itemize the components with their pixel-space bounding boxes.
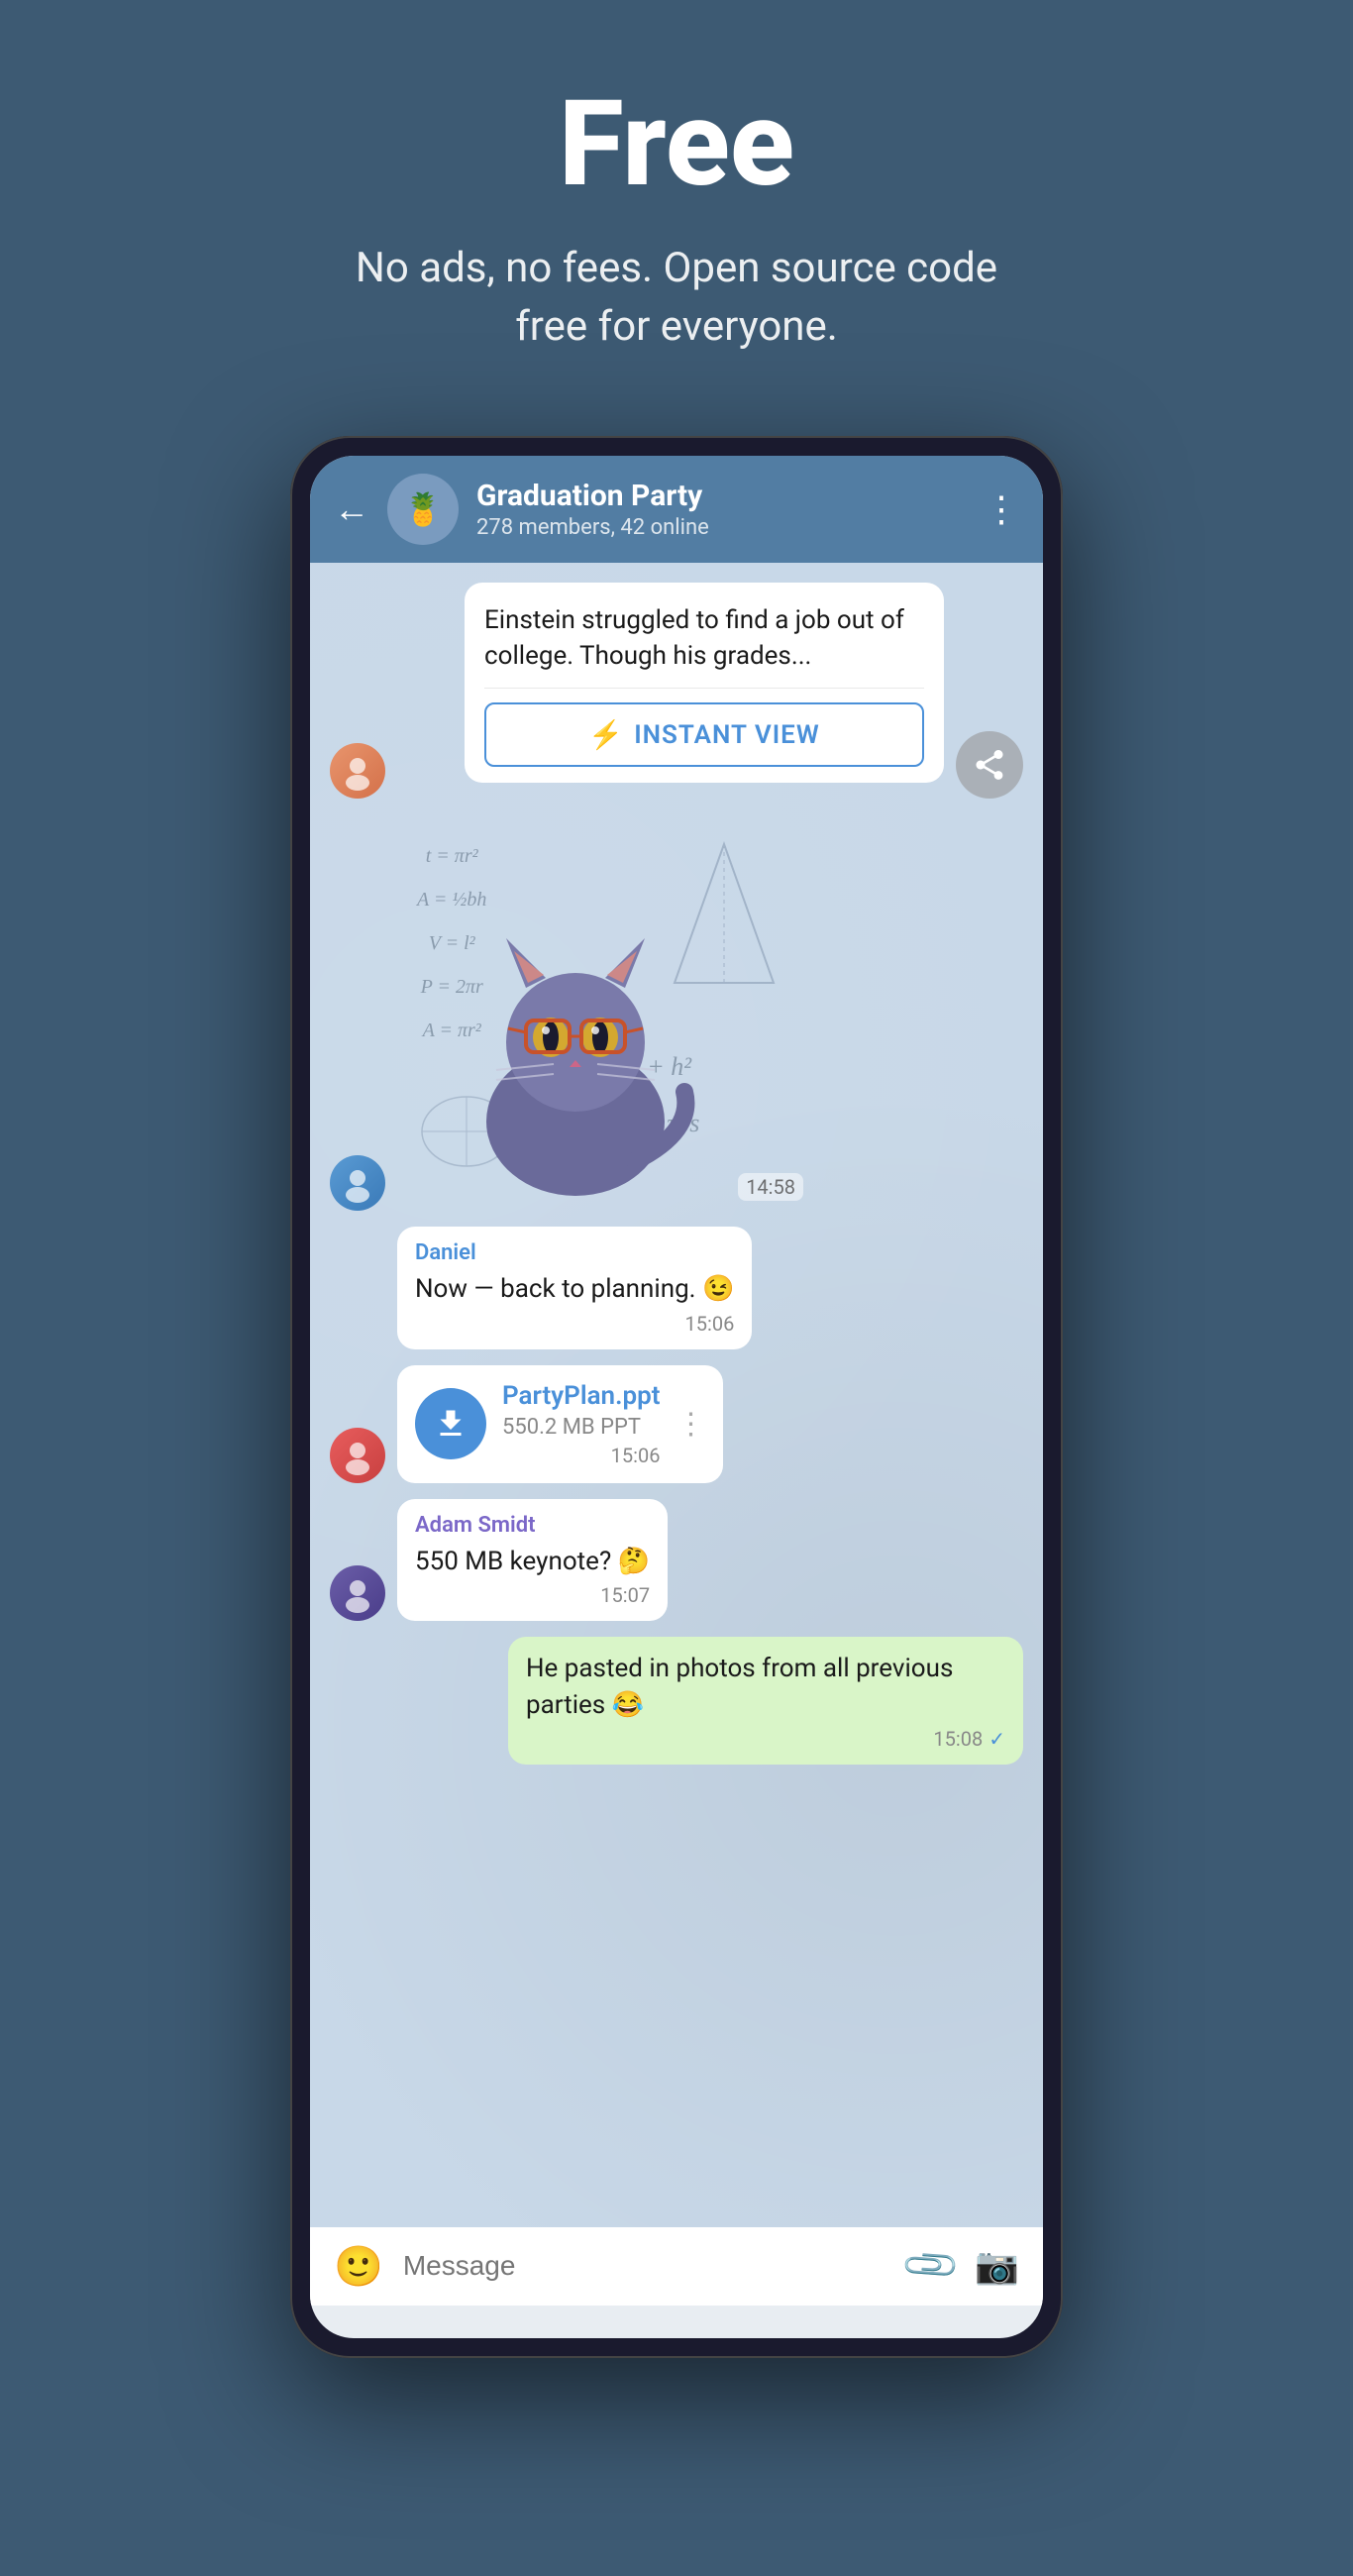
daniel-time: 15:06 [685,1312,735,1336]
self-time: 15:08 [933,1727,983,1751]
file-name: PartyPlan.ppt [502,1381,660,1411]
group-avatar-emoji: 🍍 [403,490,443,528]
adam-meta: 15:07 [415,1583,650,1607]
hero-title: Free [330,79,1023,210]
sticker-time: 14:58 [738,1173,803,1201]
instant-view-card: Einstein struggled to find a job out of … [397,583,944,800]
message-input[interactable] [403,2250,888,2282]
group-avatar: 🍍 [387,474,459,545]
user-avatar-2 [330,1155,385,1211]
chat-header: ← 🍍 Graduation Party 278 members, 42 onl… [310,456,1043,563]
back-button[interactable]: ← [334,488,369,530]
self-message-row: He pasted in photos from all previous pa… [330,1637,1023,1765]
members-info: 278 members, 42 online [476,515,966,540]
file-download-button[interactable] [415,1388,486,1459]
adam-bubble: Adam Smidt 550 MB keynote? 🤔 15:07 [397,1499,668,1621]
hero-subtitle: No ads, no fees. Open source code free f… [330,240,1023,357]
sticker-container: t = πr² A = ½bh V = l² P = 2πr A = πr² s… [397,814,813,1211]
emoji-button[interactable]: 🙂 [334,2243,383,2290]
chat-bottom-bar: 🙂 📎 📷 [310,2227,1043,2306]
user-avatar-4 [330,1565,385,1621]
daniel-message-row: Daniel Now — back to planning. 😉 15:06 [330,1227,1023,1348]
file-time: 15:06 [611,1444,661,1467]
hero-section: Free No ads, no fees. Open source code f… [290,0,1063,416]
file-info: PartyPlan.ppt 550.2 MB PPT 15:06 [502,1381,660,1467]
more-button[interactable]: ⋮ [984,488,1019,530]
adam-message-row: Adam Smidt 550 MB keynote? 🤔 15:07 [330,1499,1023,1621]
phone-frame: ← 🍍 Graduation Party 278 members, 42 onl… [290,436,1063,2358]
adam-time: 15:07 [600,1583,650,1607]
iv-button-label: INSTANT VIEW [634,720,820,750]
chat-body: Einstein struggled to find a job out of … [310,563,1043,2227]
sticker-row: t = πr² A = ½bh V = l² P = 2πr A = πr² s… [330,814,1023,1211]
group-name: Graduation Party [476,479,966,513]
file-size: 550.2 MB PPT [502,1415,660,1440]
phone-wrapper: ← 🍍 Graduation Party 278 members, 42 onl… [0,416,1353,2417]
user-avatar-1 [330,743,385,799]
adam-sender-name: Adam Smidt [415,1513,650,1538]
self-bubble: He pasted in photos from all previous pa… [508,1637,1023,1765]
share-button[interactable] [956,731,1023,799]
adam-text: 550 MB keynote? 🤔 [415,1544,650,1579]
file-message-row: PartyPlan.ppt 550.2 MB PPT 15:06 ⋮ [330,1365,1023,1483]
user-avatar-3 [330,1428,385,1483]
cat-sticker [427,894,724,1211]
camera-button[interactable]: 📷 [975,2245,1019,2287]
daniel-meta: 15:06 [415,1312,734,1336]
attach-button[interactable]: 📎 [899,2234,964,2299]
daniel-text: Now — back to planning. 😉 [415,1271,734,1307]
phone-screen: ← 🍍 Graduation Party 278 members, 42 onl… [310,456,1043,2338]
instant-view-button[interactable]: ⚡ INSTANT VIEW [484,702,924,767]
daniel-bubble: Daniel Now — back to planning. 😉 15:06 [397,1227,752,1348]
daniel-sender-name: Daniel [415,1240,734,1265]
check-icon: ✓ [989,1727,1005,1751]
self-meta: 15:08 ✓ [526,1727,1005,1751]
file-more-button[interactable]: ⋮ [676,1407,705,1442]
iv-preview-text: Einstein struggled to find a job out of … [484,602,924,690]
file-bubble: PartyPlan.ppt 550.2 MB PPT 15:06 ⋮ [397,1365,723,1483]
header-info: Graduation Party 278 members, 42 online [476,479,966,540]
iv-card: Einstein struggled to find a job out of … [465,583,944,784]
lightning-icon: ⚡ [588,718,624,751]
self-text: He pasted in photos from all previous pa… [526,1651,1005,1723]
file-meta: 15:06 [502,1444,660,1467]
instant-view-row: Einstein struggled to find a job out of … [330,583,1023,800]
